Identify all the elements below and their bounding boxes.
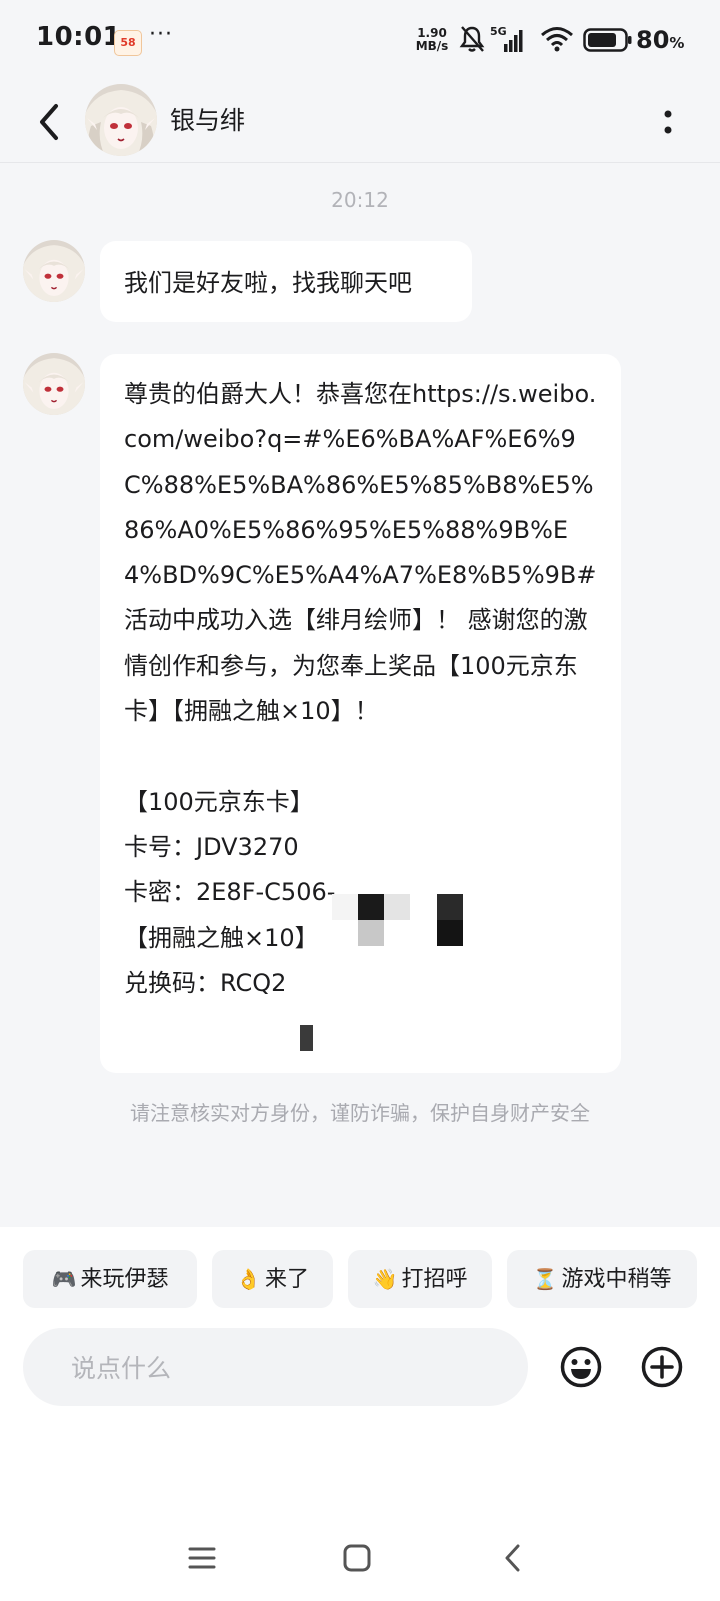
message-text: 我们是好友啦，找我聊天吧 xyxy=(124,269,412,297)
safety-notice: 请注意核实对方身份，谨防诈骗，保护自身财产安全 xyxy=(130,1101,590,1125)
chat-header: 银与绯 xyxy=(0,84,720,163)
status-time: 10:01 xyxy=(36,22,122,52)
quick-reply-label: 来玩伊瑟 xyxy=(80,1267,169,1292)
sender-avatar[interactable] xyxy=(23,240,85,302)
status-bar: 10:01 58 ··· 1.90 MB/s 5G 80% xyxy=(0,0,720,84)
message-timestamp: 20:12 xyxy=(331,188,389,212)
message-input-box[interactable] xyxy=(23,1328,528,1408)
gamepad-icon: 🎮 xyxy=(51,1267,77,1291)
net-speed: 1.90 MB/s xyxy=(414,27,450,53)
message-bubble[interactable]: 我们是好友啦，找我聊天吧 xyxy=(100,241,472,322)
nav-back-icon[interactable] xyxy=(494,1538,534,1578)
more-notifications-icon: ··· xyxy=(149,22,173,47)
app-58-icon: 58 xyxy=(114,30,142,56)
avatar-image xyxy=(23,240,85,302)
message-bubble[interactable]: 尊贵的伯爵大人！恭喜您在https://s.weibo.com/weibo?q=… xyxy=(100,354,621,1073)
redaction-block xyxy=(300,1025,313,1051)
signal-5g-icon: 5G xyxy=(490,25,523,52)
bell-muted-icon xyxy=(459,26,485,52)
quick-reply-label: 打招呼 xyxy=(401,1267,468,1292)
emoji-icon[interactable] xyxy=(559,1345,603,1389)
quick-reply-label: 游戏中稍等 xyxy=(561,1267,672,1292)
home-icon[interactable] xyxy=(337,1538,377,1578)
network-type: 5G xyxy=(490,25,507,38)
net-speed-unit: MB/s xyxy=(415,39,449,53)
wifi-icon xyxy=(541,27,573,52)
quick-reply-chip[interactable]: 🎮 来玩伊瑟 xyxy=(23,1250,197,1308)
message-input[interactable] xyxy=(69,1328,513,1408)
waving-hand-icon: 👋 xyxy=(372,1267,398,1291)
sender-avatar[interactable] xyxy=(23,353,85,415)
menu-icon[interactable] xyxy=(182,1538,222,1578)
battery-percent: 80% xyxy=(636,26,685,54)
more-options-icon[interactable] xyxy=(656,102,680,142)
system-navigation-bar xyxy=(0,1520,720,1600)
avatar-image xyxy=(23,353,85,415)
quick-reply-chip[interactable]: 👋 打招呼 xyxy=(348,1250,492,1308)
back-arrow-icon[interactable] xyxy=(30,100,70,144)
add-plus-icon[interactable] xyxy=(640,1345,684,1389)
quick-reply-chip[interactable]: ⏳ 游戏中稍等 xyxy=(507,1250,697,1308)
avatar-image xyxy=(85,84,157,156)
quick-reply-chip[interactable]: 👌 来了 xyxy=(212,1250,333,1308)
battery-icon xyxy=(583,28,632,52)
ok-hand-icon: 👌 xyxy=(236,1267,261,1291)
contact-avatar[interactable] xyxy=(85,84,157,156)
contact-name: 银与绯 xyxy=(170,106,246,135)
hourglass-icon: ⏳ xyxy=(532,1267,558,1291)
quick-reply-label: 来了 xyxy=(264,1267,309,1292)
